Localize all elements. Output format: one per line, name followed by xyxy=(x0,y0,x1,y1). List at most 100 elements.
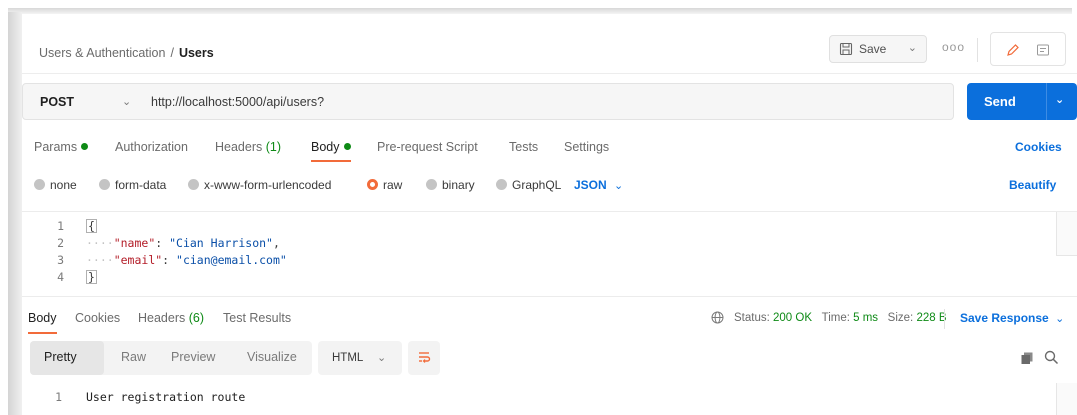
status-code[interactable]: 200 OK xyxy=(773,312,812,324)
close-brace: } xyxy=(86,270,97,284)
tab-response-headers[interactable]: Headers (6) xyxy=(138,311,204,325)
send-label: Send xyxy=(984,94,1016,109)
response-time[interactable]: 5 ms xyxy=(853,312,878,324)
view-visualize[interactable]: Visualize xyxy=(247,350,297,364)
tab-response-cookies[interactable]: Cookies xyxy=(75,311,120,325)
send-divider xyxy=(1046,83,1047,120)
line-number: 4 xyxy=(57,270,64,284)
radio-indicator xyxy=(496,179,507,190)
response-view-tabs: Pretty Raw Preview Visualize xyxy=(30,341,312,375)
request-body-editor[interactable]: 1 2 3 4 { ····"name": "Cian Harrison", ·… xyxy=(22,211,1077,297)
tab-body[interactable]: Body xyxy=(311,140,351,162)
request-tabs: Params Authorization Headers (1) Body Pr… xyxy=(22,138,1077,162)
json-comma: , xyxy=(272,236,280,250)
globe-icon[interactable] xyxy=(711,311,724,327)
time-label: Time: xyxy=(821,312,850,324)
code-line: } xyxy=(86,270,97,284)
tab-authorization[interactable]: Authorization xyxy=(115,140,188,154)
window-top-shadow xyxy=(8,8,1072,14)
editor-scrollbar[interactable] xyxy=(1056,212,1077,256)
status-dot xyxy=(81,143,89,150)
save-button[interactable]: Save ⌄ xyxy=(829,35,927,63)
side-tools xyxy=(990,32,1066,66)
header-divider xyxy=(977,38,978,62)
response-size[interactable]: 228 B xyxy=(916,312,946,324)
radio-indicator-selected xyxy=(367,179,378,190)
save-icon xyxy=(839,42,853,56)
view-preview[interactable]: Preview xyxy=(171,350,215,364)
tab-pre-request-script[interactable]: Pre-request Script xyxy=(377,140,478,154)
more-options-icon[interactable]: ooo xyxy=(942,40,965,54)
radio-indicator xyxy=(34,179,45,190)
radio-graphql-label: GraphQL xyxy=(512,178,562,192)
tab-tests[interactable]: Tests xyxy=(509,140,538,154)
response-scrollbar[interactable] xyxy=(1056,383,1077,415)
url-input[interactable]: http://localhost:5000/api/users? xyxy=(151,95,324,109)
save-response-label: Save Response xyxy=(960,311,1049,325)
request-header: Users & Authentication / Users Save ⌄ ooo xyxy=(22,18,1077,74)
copy-icon[interactable] xyxy=(1020,351,1034,368)
method-select[interactable]: POST xyxy=(40,95,74,109)
breadcrumb-separator: / xyxy=(170,46,174,60)
line-number: 2 xyxy=(57,236,64,250)
response-format-select[interactable]: HTML ⌄ xyxy=(318,341,402,375)
radio-indicator xyxy=(188,179,199,190)
headers-count: (1) xyxy=(265,140,282,154)
chevron-down-icon: ⌄ xyxy=(377,352,387,364)
view-pretty[interactable]: Pretty xyxy=(30,341,104,375)
radio-form-data-label: form-data xyxy=(115,178,167,192)
cookies-link[interactable]: Cookies xyxy=(1015,140,1062,154)
tab-response-body[interactable]: Body xyxy=(28,311,57,334)
radio-urlencoded[interactable]: x-www-form-urlencoded xyxy=(188,178,331,192)
tab-test-results[interactable]: Test Results xyxy=(223,311,291,325)
breadcrumb-collection[interactable]: Users & Authentication xyxy=(39,46,165,60)
status-dot xyxy=(343,143,351,150)
chevron-down-icon[interactable]: ⌄ xyxy=(1055,93,1064,106)
send-button[interactable]: Send ⌄ xyxy=(967,83,1077,120)
save-label: Save xyxy=(859,42,887,56)
chevron-down-icon: ⌄ xyxy=(614,180,624,192)
status-divider xyxy=(944,309,945,329)
breadcrumb-current[interactable]: Users xyxy=(179,46,214,60)
tab-headers[interactable]: Headers (1) xyxy=(215,140,281,154)
tab-response-headers-label: Headers xyxy=(138,311,186,325)
radio-binary[interactable]: binary xyxy=(426,178,475,192)
json-value: "Cian Harrison" xyxy=(169,236,273,250)
response-headers-count: (6) xyxy=(188,311,205,325)
response-format-label: HTML xyxy=(332,352,364,364)
view-pretty-label: Pretty xyxy=(44,350,77,364)
json-value: "cian@email.com" xyxy=(176,253,287,267)
save-response-button[interactable]: Save Response ⌄ xyxy=(960,311,1064,325)
code-line: ····"email": "cian@email.com" xyxy=(86,253,287,267)
radio-raw[interactable]: raw xyxy=(367,178,402,192)
json-key: "email" xyxy=(113,253,163,267)
radio-indicator xyxy=(99,179,110,190)
open-brace: { xyxy=(86,219,97,233)
radio-none-label: none xyxy=(50,178,77,192)
documentation-icon[interactable] xyxy=(1031,38,1055,62)
body-type-selector: none form-data x-www-form-urlencoded raw… xyxy=(22,176,1077,196)
tab-params[interactable]: Params xyxy=(34,140,89,154)
line-number: 3 xyxy=(57,253,64,267)
tab-settings[interactable]: Settings xyxy=(564,140,609,154)
search-icon[interactable] xyxy=(1044,350,1059,368)
window-left-shadow xyxy=(8,12,22,415)
line-number: 1 xyxy=(55,390,62,404)
response-status: Status: 200 OK Time: 5 ms Size: 228 B xyxy=(711,311,947,327)
edit-pencil-icon[interactable] xyxy=(1001,38,1025,62)
response-body-viewer[interactable]: 1 User registration route xyxy=(22,383,1077,415)
chevron-down-icon[interactable]: ⌄ xyxy=(122,95,131,108)
view-raw[interactable]: Raw xyxy=(121,350,146,364)
radio-none[interactable]: none xyxy=(34,178,77,192)
chevron-down-icon: ⌄ xyxy=(1055,313,1065,325)
beautify-link[interactable]: Beautify xyxy=(1009,178,1056,192)
radio-form-data[interactable]: form-data xyxy=(99,178,166,192)
breadcrumb: Users & Authentication / Users xyxy=(39,46,214,60)
chevron-down-icon[interactable]: ⌄ xyxy=(908,41,917,54)
response-toolbar: Pretty Raw Preview Visualize HTML ⌄ xyxy=(22,341,1077,375)
radio-graphql[interactable]: GraphQL xyxy=(496,178,561,192)
status-label: Status: xyxy=(734,312,770,324)
code-line: { xyxy=(86,219,97,233)
wrap-lines-button[interactable] xyxy=(408,341,440,375)
format-select[interactable]: JSON ⌄ xyxy=(574,178,623,192)
